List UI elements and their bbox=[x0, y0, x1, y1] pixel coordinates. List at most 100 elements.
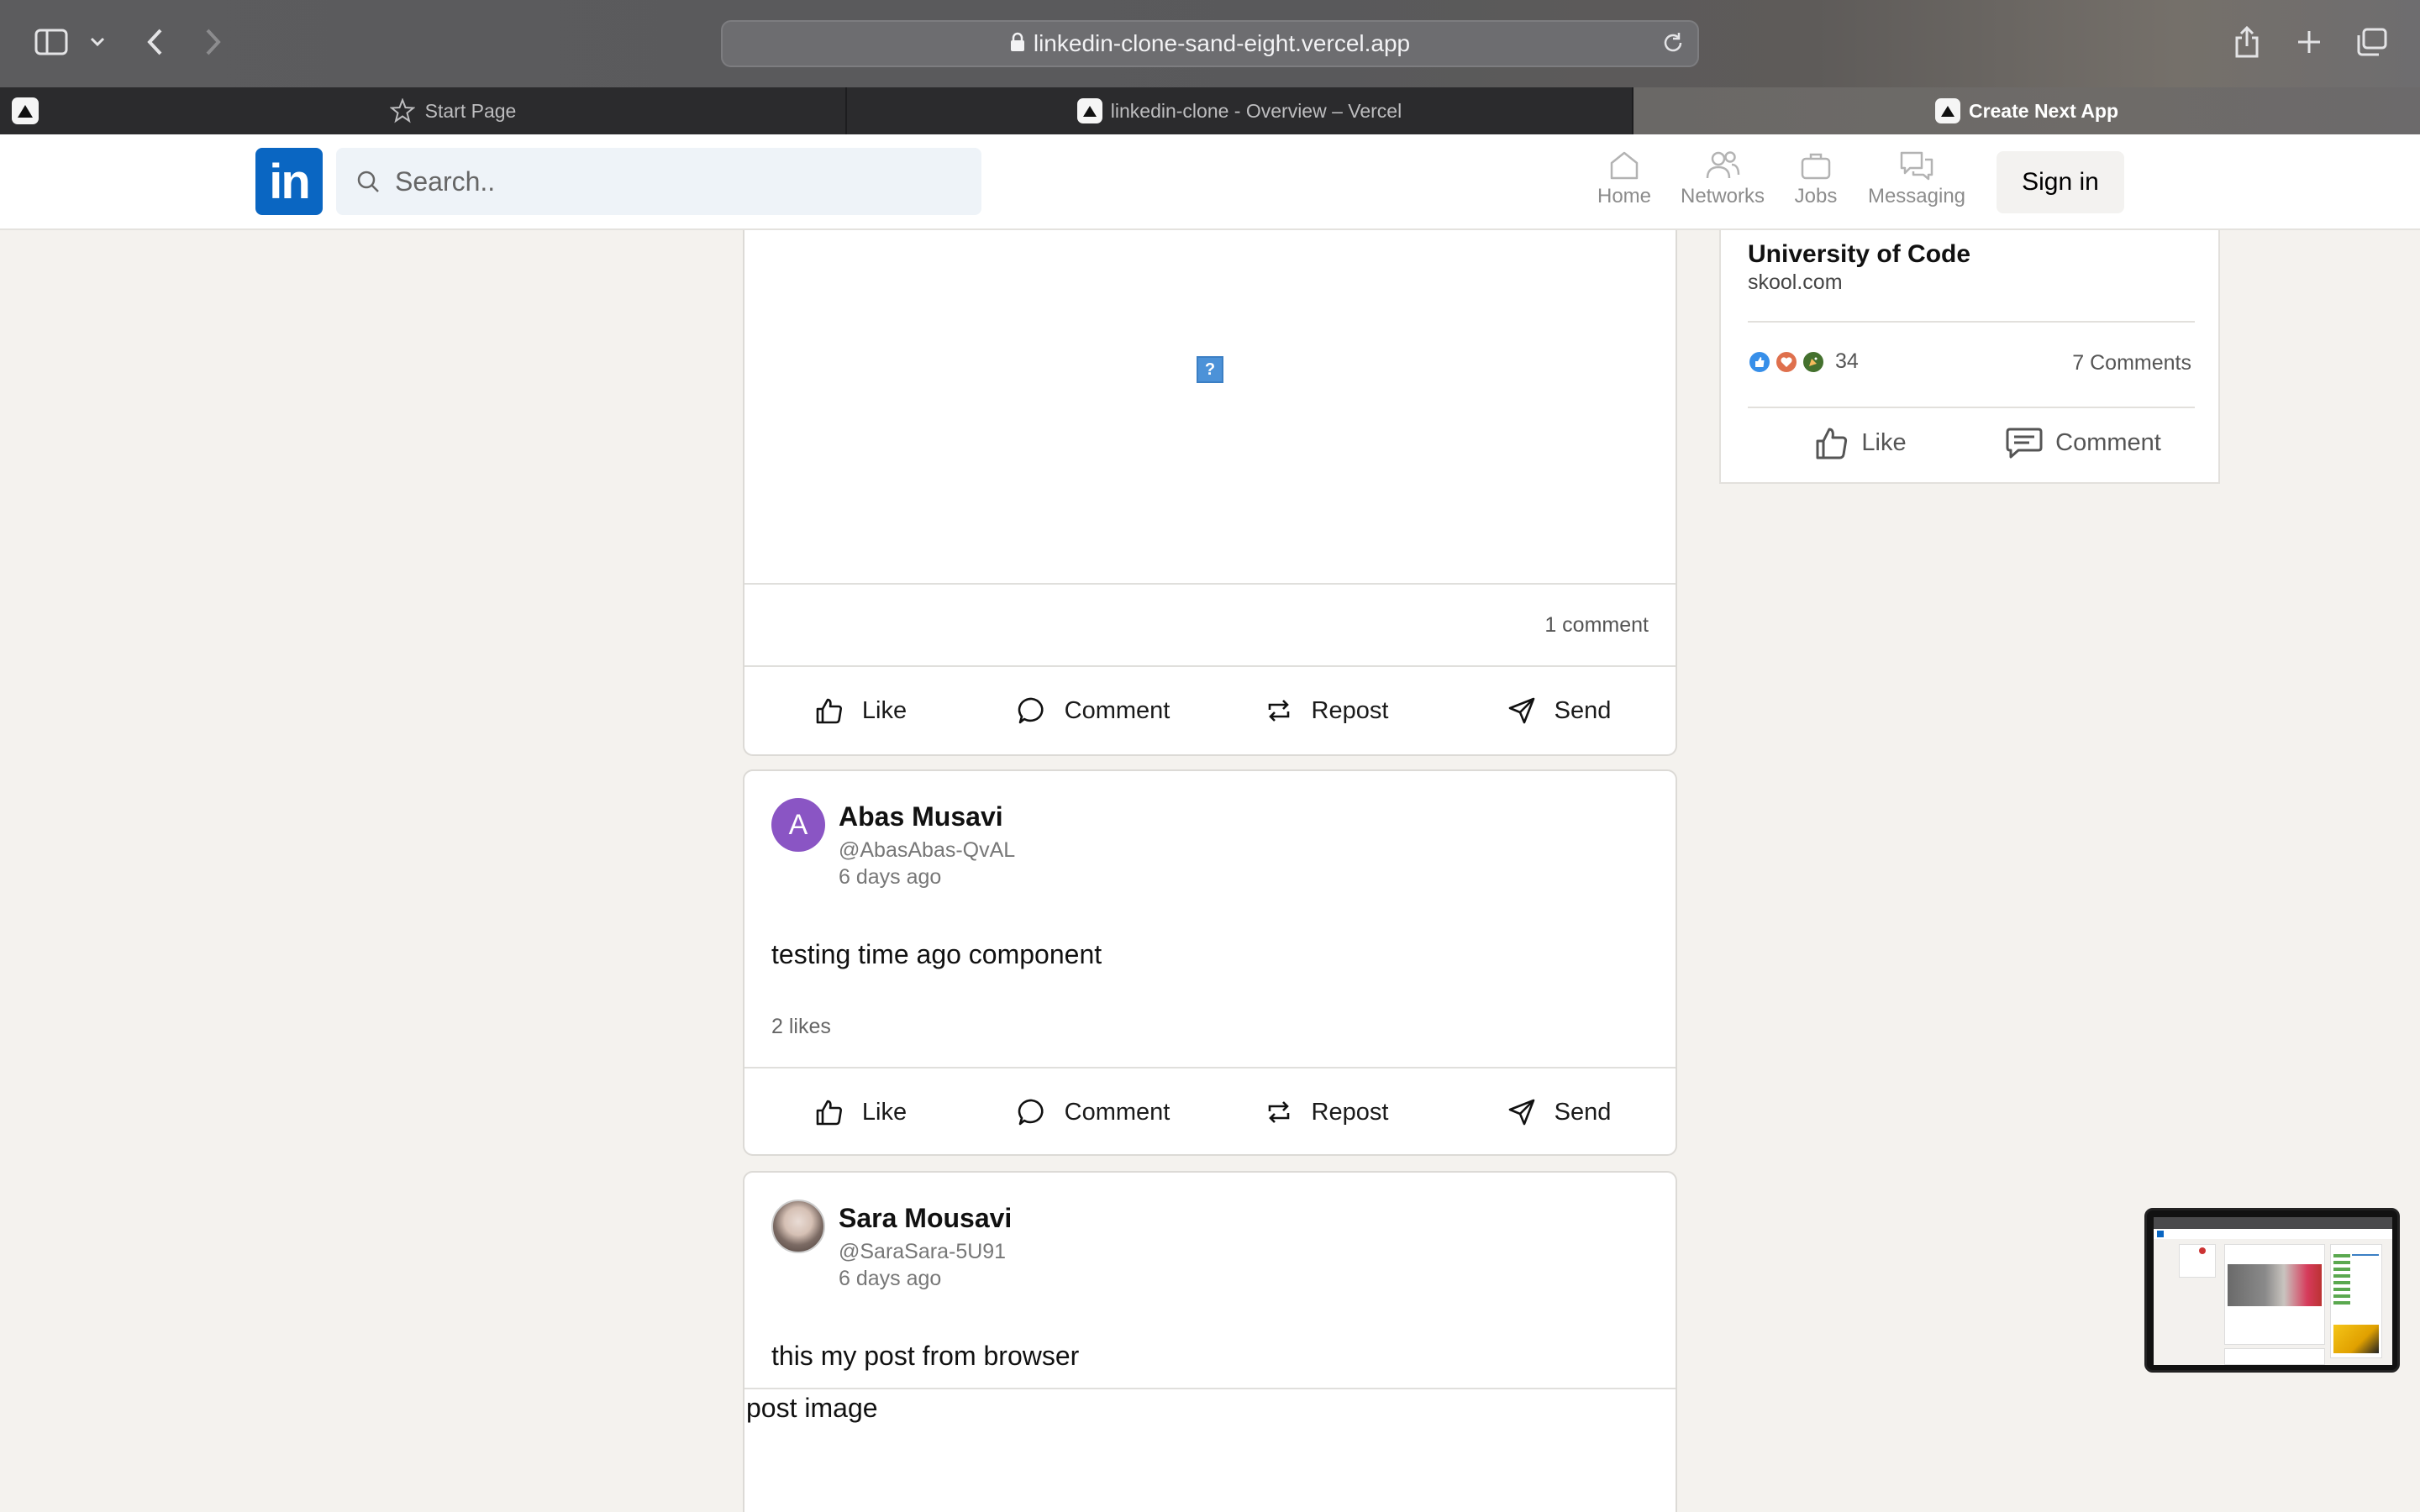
comment-icon bbox=[1018, 696, 1065, 725]
forward-icon[interactable] bbox=[197, 25, 230, 59]
sidebar-like-button[interactable]: Like bbox=[1748, 412, 1971, 474]
send-icon bbox=[1507, 696, 1555, 725]
browser-toolbar: linkedin-clone-sand-eight.vercel.app bbox=[0, 0, 2420, 87]
nav-networks[interactable]: Networks bbox=[1676, 150, 1770, 208]
post-actions: Like Comment Repost Send bbox=[744, 1068, 1676, 1154]
vercel-icon bbox=[1934, 98, 1960, 123]
tab-create-next-app[interactable]: Create Next App bbox=[1634, 87, 2420, 134]
repost-icon bbox=[1265, 696, 1312, 725]
sidebar-comment-button[interactable]: Comment bbox=[1971, 412, 2195, 474]
comment-icon bbox=[2005, 426, 2055, 459]
like-button[interactable]: Like bbox=[744, 1068, 977, 1154]
nav-label: Networks bbox=[1680, 185, 1765, 207]
nav-label: Jobs bbox=[1794, 185, 1838, 207]
nav-label: Home bbox=[1597, 185, 1652, 207]
nav-home[interactable]: Home bbox=[1593, 150, 1655, 208]
post-image-alt-text: post image bbox=[746, 1393, 878, 1423]
comment-label: Comment bbox=[1064, 696, 1171, 724]
sign-in-button[interactable]: Sign in bbox=[1996, 151, 2124, 213]
nav-messaging[interactable]: Messaging bbox=[1864, 150, 1970, 208]
sidebar-ad-card: University of Code skool.com 34 7 Commen… bbox=[1719, 230, 2220, 484]
pinned-tab-vercel-icon[interactable] bbox=[12, 97, 39, 124]
post-actions: Like Comment Repost Send bbox=[744, 667, 1676, 754]
share-icon[interactable] bbox=[2230, 22, 2264, 62]
url-text: linkedin-clone-sand-eight.vercel.app bbox=[1033, 30, 1411, 56]
vercel-icon bbox=[1076, 98, 1102, 123]
jobs-icon bbox=[1799, 150, 1833, 185]
repost-icon bbox=[1265, 1098, 1312, 1126]
thumbs-up-icon bbox=[815, 1098, 862, 1126]
sidebar-subtitle[interactable]: skool.com bbox=[1748, 270, 1843, 295]
new-tab-icon[interactable] bbox=[2292, 25, 2326, 59]
send-icon bbox=[1507, 1098, 1555, 1126]
reload-icon[interactable] bbox=[1660, 30, 1686, 60]
love-reaction-icon bbox=[1775, 349, 1798, 374]
sidebar-like-label: Like bbox=[1861, 428, 1907, 456]
nav-jobs[interactable]: Jobs bbox=[1788, 150, 1844, 208]
avatar[interactable]: A bbox=[771, 798, 825, 852]
linkedin-logo[interactable]: in bbox=[255, 148, 323, 215]
divider bbox=[744, 1388, 1676, 1389]
sidebar-comments-count[interactable]: 7 Comments bbox=[2072, 351, 2191, 375]
sidebar-actions: Like Comment bbox=[1748, 412, 2195, 474]
comment-count[interactable]: 1 comment bbox=[1544, 613, 1649, 638]
post-card: Sara Mousavi @SaraSara-5U91 6 days ago t… bbox=[743, 1171, 1677, 1512]
likes-count[interactable]: 2 likes bbox=[771, 1015, 831, 1039]
post-text: this my post from browser bbox=[771, 1341, 1080, 1371]
comment-label: Comment bbox=[1064, 1098, 1171, 1126]
reactions: 34 bbox=[1748, 349, 1859, 374]
post-author[interactable]: Abas Musavi bbox=[839, 801, 1003, 832]
thumbs-up-icon bbox=[815, 696, 862, 725]
search-box[interactable] bbox=[336, 148, 981, 215]
tab-overview-icon[interactable] bbox=[2353, 25, 2390, 59]
divider bbox=[1748, 407, 2195, 408]
window-thumbnail[interactable] bbox=[2144, 1208, 2400, 1373]
address-bar[interactable]: linkedin-clone-sand-eight.vercel.app bbox=[721, 20, 1699, 67]
sidebar-comment-label: Comment bbox=[2055, 428, 2161, 456]
post-text: testing time ago component bbox=[771, 939, 1102, 969]
like-reaction-icon bbox=[1748, 349, 1771, 374]
post-time: 6 days ago bbox=[839, 865, 942, 889]
repost-button[interactable]: Repost bbox=[1210, 667, 1443, 754]
tab-label: Start Page bbox=[424, 99, 517, 122]
repost-label: Repost bbox=[1311, 696, 1389, 724]
chevron-down-icon[interactable] bbox=[86, 29, 109, 55]
tab-label: linkedin-clone - Overview – Vercel bbox=[1110, 99, 1402, 122]
divider bbox=[744, 583, 1676, 585]
send-label: Send bbox=[1554, 1098, 1612, 1126]
repost-label: Repost bbox=[1311, 1098, 1389, 1126]
back-icon[interactable] bbox=[138, 25, 171, 59]
networks-icon bbox=[1704, 150, 1741, 185]
like-button[interactable]: Like bbox=[744, 667, 977, 754]
tab-label: Create Next App bbox=[1968, 99, 2119, 122]
tab-start-page[interactable]: Start Page bbox=[60, 87, 847, 134]
lock-icon bbox=[1010, 32, 1025, 56]
star-icon bbox=[389, 98, 415, 123]
send-label: Send bbox=[1554, 696, 1612, 724]
like-label: Like bbox=[861, 696, 908, 724]
send-button[interactable]: Send bbox=[1443, 667, 1676, 754]
post-card: ? 1 comment Like Comment Repost Send bbox=[743, 202, 1677, 756]
send-button[interactable]: Send bbox=[1443, 1068, 1676, 1154]
post-handle: @AbasAbas-QvAL bbox=[839, 838, 1016, 862]
post-card: A Abas Musavi @AbasAbas-QvAL 6 days ago … bbox=[743, 769, 1677, 1156]
search-icon bbox=[356, 170, 380, 193]
tab-bar: Start Page linkedin-clone - Overview – V… bbox=[0, 87, 2420, 134]
avatar[interactable] bbox=[771, 1200, 825, 1253]
comment-icon bbox=[1018, 1098, 1065, 1126]
sidebar-toggle-icon[interactable] bbox=[32, 25, 71, 59]
divider bbox=[1748, 321, 2195, 323]
post-handle: @SaraSara-5U91 bbox=[839, 1240, 1007, 1263]
repost-button[interactable]: Repost bbox=[1210, 1068, 1443, 1154]
thumbs-up-icon bbox=[1812, 424, 1861, 461]
search-input[interactable] bbox=[395, 165, 899, 197]
app-header: in Home Networks Jobs Messaging Sign in bbox=[0, 134, 2420, 230]
thumbnail-preview bbox=[2154, 1217, 2392, 1365]
home-icon bbox=[1607, 150, 1641, 185]
post-author[interactable]: Sara Mousavi bbox=[839, 1203, 1012, 1234]
celebrate-reaction-icon bbox=[1802, 349, 1825, 374]
comment-button[interactable]: Comment bbox=[977, 1068, 1210, 1154]
comment-button[interactable]: Comment bbox=[977, 667, 1210, 754]
tab-vercel-overview[interactable]: linkedin-clone - Overview – Vercel bbox=[847, 87, 1634, 134]
like-label: Like bbox=[861, 1098, 908, 1126]
